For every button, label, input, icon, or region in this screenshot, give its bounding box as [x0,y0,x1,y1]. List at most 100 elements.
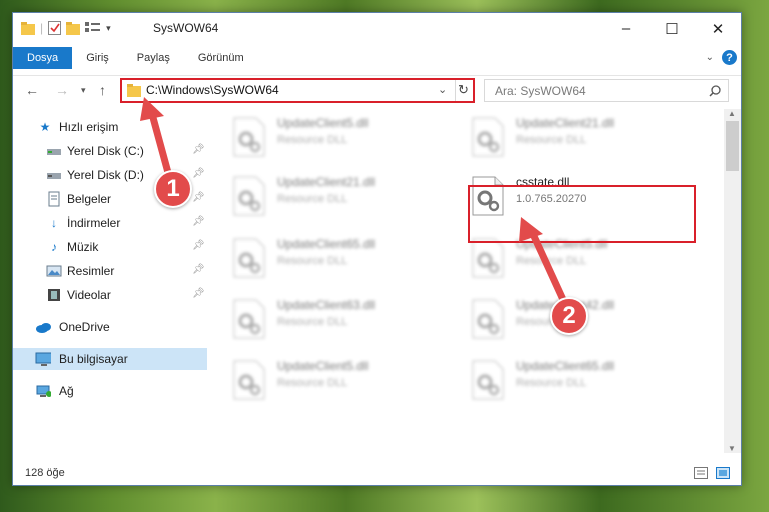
sidebar-item-quick-access[interactable]: ★ Hızlı erişim [13,116,207,138]
status-bar: 128 öğe [13,460,741,486]
search-placeholder[interactable]: Ara: SysWOW64 [495,84,586,98]
sidebar-item-this-pc[interactable]: Bu bilgisayar [13,348,207,370]
search-box[interactable]: Ara: SysWOW64 [484,79,729,102]
file-description: Resource DLL [516,377,587,389]
file-description: Resource DLL [277,377,348,389]
file-item[interactable]: UpdateClient63.dll Resource DLL [232,293,452,349]
file-name: UpdateClient21.dll [516,116,615,130]
sidebar-item-local-disk-c[interactable]: Yerel Disk (C:) 📌︎ [13,140,207,162]
file-description: Resource DLL [516,255,587,267]
sidebar-item-label: Belgeler [67,192,112,206]
download-icon: ↓ [51,216,57,230]
view-options-icon[interactable] [85,21,101,35]
up-button[interactable]: ↑ [99,82,106,98]
file-description: Resource DLL [277,193,348,205]
file-item[interactable]: UpdateClient65.dll Resource DLL [471,354,691,410]
video-icon [48,289,60,301]
pin-icon: 📌︎ [192,264,205,275]
file-item[interactable]: UpdateClient5.dll Resource DLL [232,354,452,410]
recent-locations-icon[interactable]: ▾ [81,85,86,96]
file-name: UpdateClient5.dll [277,359,369,373]
dll-file-icon [233,360,265,400]
close-button[interactable]: ✕ [695,13,741,44]
file-list: UpdateClient5.dll Resource DLL UpdateCli… [209,109,724,453]
step-badge-2: 2 [550,297,588,335]
dll-file-icon [233,176,265,216]
file-name: UpdateClient65.dll [277,237,376,251]
cloud-icon [36,323,51,333]
step-badge-1: 1 [154,170,192,208]
file-name: UpdateClient5.dll [277,116,369,130]
properties-icon[interactable] [48,21,62,35]
sidebar-item-music[interactable]: ♪ Müzik 📌︎ [13,236,207,258]
music-icon: ♪ [51,240,57,254]
address-dropdown-icon[interactable]: ⌄ [438,83,447,96]
details-view-icon[interactable] [694,467,708,479]
maximize-button[interactable]: ☐ [649,13,695,44]
expand-ribbon-icon[interactable]: ⌄ [706,52,714,63]
sidebar-item-label: OneDrive [59,320,110,334]
quick-access-toolbar: | ▾ [21,21,111,35]
help-button[interactable]: ? [722,50,737,65]
file-item[interactable]: UpdateClient65.dll Resource DLL [232,232,452,288]
file-description: Resource DLL [277,255,348,267]
documents-icon [48,191,60,207]
new-folder-icon[interactable] [66,21,81,35]
dll-file-icon [472,238,504,278]
dll-file-icon [472,117,504,157]
sidebar-item-label: Videolar [67,288,111,302]
tab-giris[interactable]: Giriş [72,47,123,69]
sidebar-item-label: Yerel Disk (D:) [67,168,144,182]
sidebar-item-onedrive[interactable]: OneDrive [13,316,207,338]
file-item[interactable]: UpdateClient21.dll Resource DLL [471,111,691,167]
search-icon[interactable] [709,85,721,97]
folder-icon [127,84,141,97]
window-title: SysWOW64 [153,21,219,35]
pin-icon: 📌︎ [192,168,205,179]
tab-dosya[interactable]: Dosya [13,47,73,69]
pin-icon: 📌︎ [192,192,205,203]
file-item[interactable]: UpdateClient5.dll Resource DLL [232,111,452,167]
sidebar-item-pictures[interactable]: Resimler 📌︎ [13,260,207,282]
refresh-icon[interactable]: ↻ [458,82,469,98]
sidebar-item-label: Müzik [67,240,99,254]
folder-icon[interactable] [21,21,35,35]
tab-paylas[interactable]: Paylaş [123,47,184,69]
computer-icon [35,352,51,366]
sidebar-item-network[interactable]: Ağ [13,380,207,402]
sidebar-item-label: Bu bilgisayar [59,352,128,366]
item-count: 128 öğe [25,467,65,479]
sidebar-item-downloads[interactable]: ↓ İndirmeler 📌︎ [13,212,207,234]
pin-icon: 📌︎ [192,288,205,299]
address-divider [455,80,456,101]
file-name: UpdateClient21.dll [277,175,376,189]
dll-file-icon [233,238,265,278]
dll-file-icon [472,360,504,400]
dll-file-icon [233,299,265,339]
network-icon [36,385,51,397]
large-icons-view-icon[interactable] [716,467,730,479]
file-description: Resource DLL [516,134,587,146]
drive-icon [47,173,61,179]
forward-button[interactable]: → [55,82,69,98]
back-button[interactable]: ← [25,82,39,98]
address-path[interactable]: C:\Windows\SysWOW64 [146,83,279,97]
file-highlight-box [468,185,696,243]
file-item[interactable]: UpdateClient21.dll Resource DLL [232,170,452,226]
address-bar[interactable]: C:\Windows\SysWOW64 ⌄ ↻ [120,78,475,103]
qat-dropdown-icon[interactable]: ▾ [106,23,111,34]
navigation-pane: ★ Hızlı erişim Yerel Disk (C:) 📌︎ Yerel … [13,109,207,453]
file-description: Resource DLL [277,316,348,328]
pin-icon: 📌︎ [192,240,205,251]
sidebar-item-videos[interactable]: Videolar 📌︎ [13,284,207,306]
title-bar: | ▾ SysWOW64 – ☐ ✕ [13,13,741,45]
vertical-scrollbar[interactable]: ▲ ▼ [724,109,741,453]
tab-gorunum[interactable]: Görünüm [184,47,258,69]
pin-icon: 📌︎ [192,216,205,227]
scrollbar-thumb[interactable] [726,121,739,171]
minimize-button[interactable]: – [603,13,649,44]
scroll-up-icon[interactable]: ▲ [728,109,736,118]
sidebar-item-label: Yerel Disk (C:) [67,144,144,158]
scroll-down-icon[interactable]: ▼ [728,444,736,453]
file-description: Resource DLL [277,134,348,146]
